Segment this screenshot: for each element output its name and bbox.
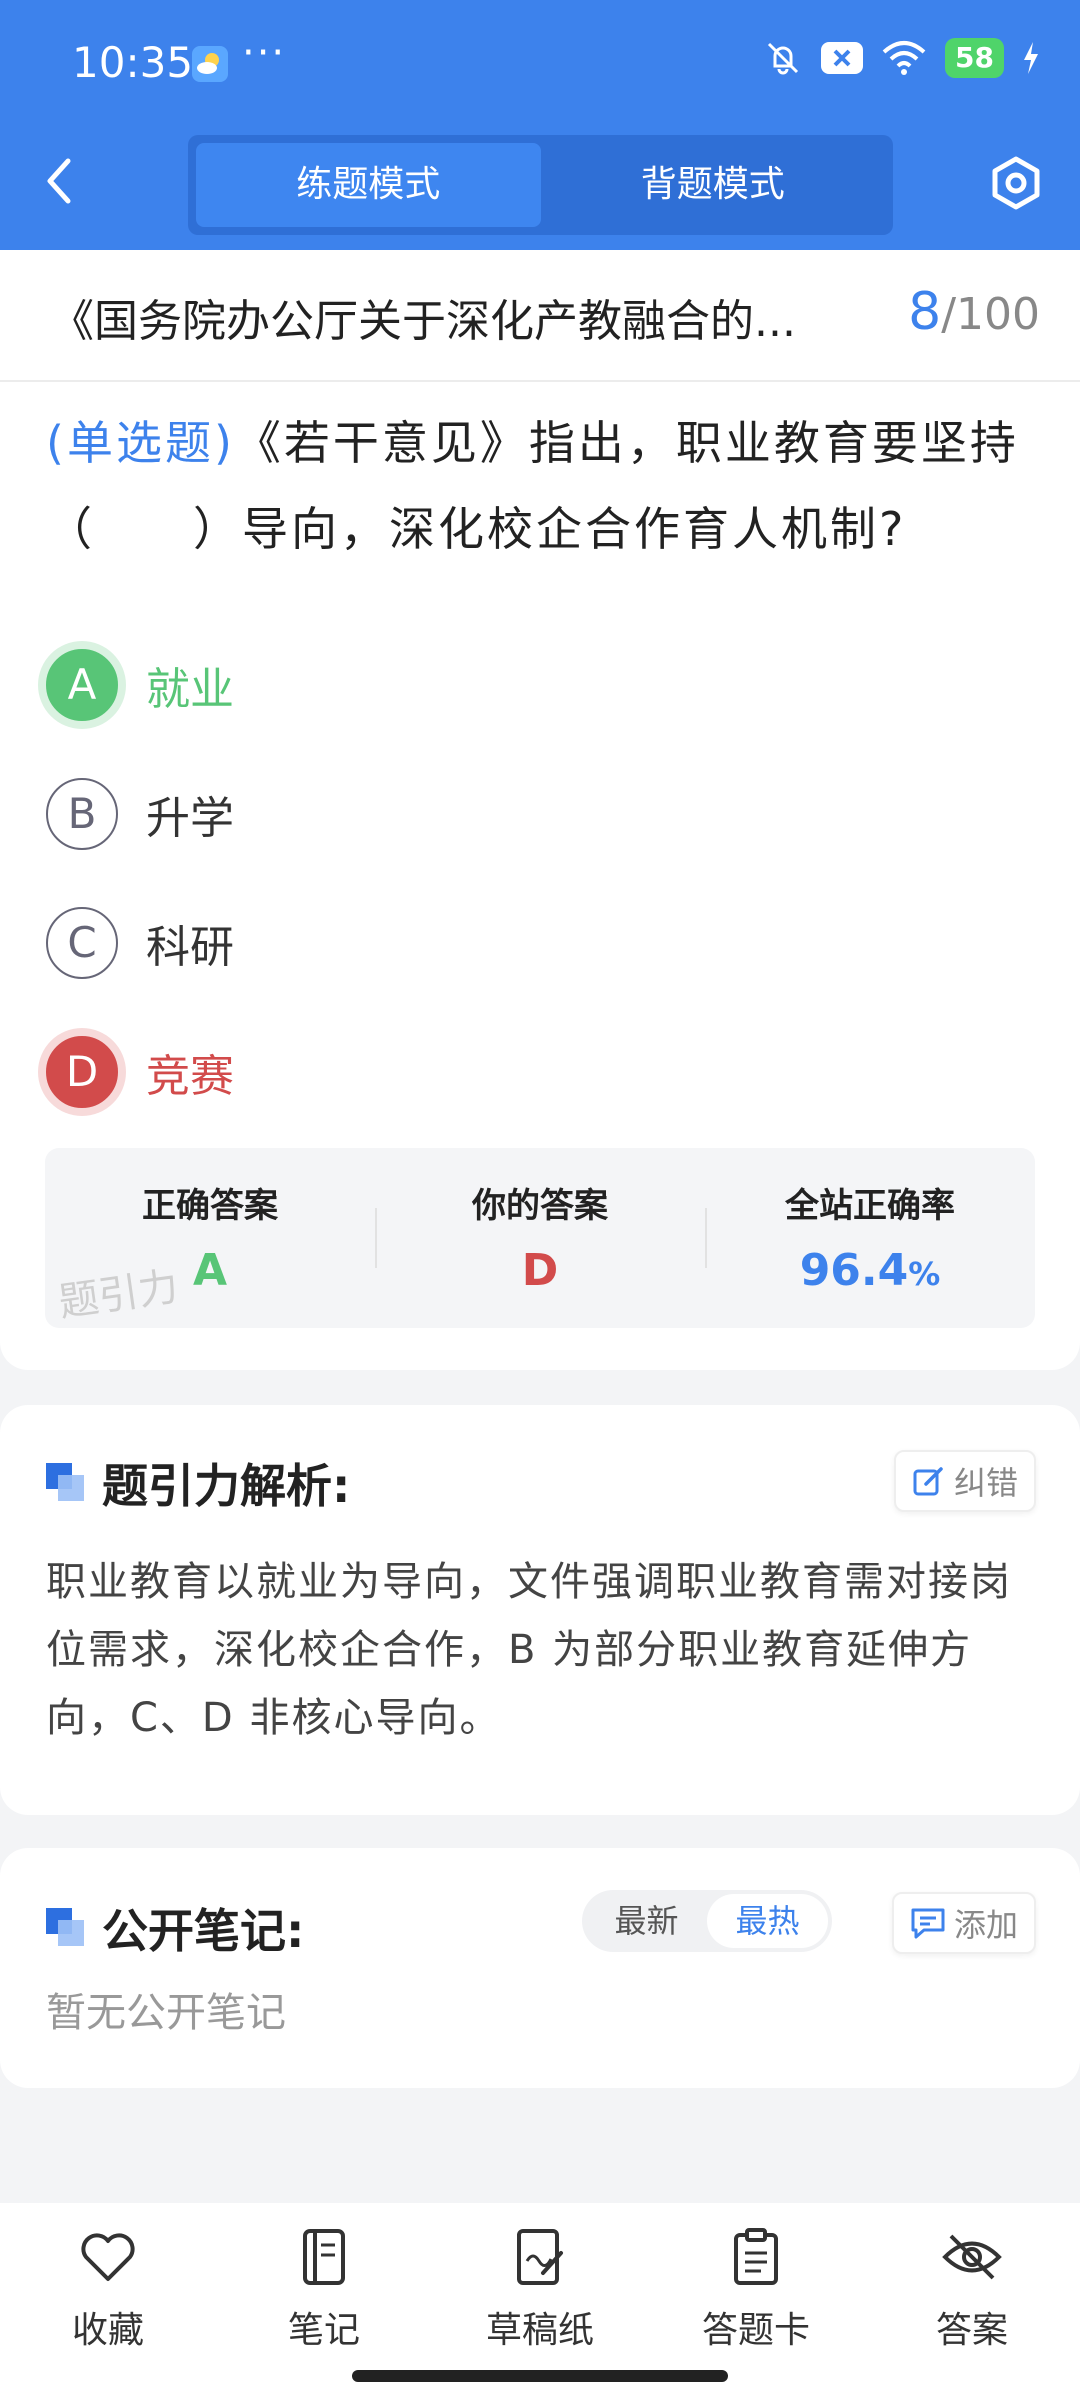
sort-latest[interactable]: 最新: [586, 1894, 707, 1948]
option-letter: A: [46, 648, 118, 721]
add-note-label: 添加: [953, 1906, 1018, 1944]
option-a[interactable]: A 就业: [40, 620, 1040, 749]
rate-unit: %: [908, 1255, 941, 1293]
add-note-button[interactable]: 添加: [891, 1892, 1036, 1954]
tab-favorite[interactable]: 收藏: [0, 2203, 216, 2400]
section-square-icon: [46, 1908, 86, 1948]
draft-paper-icon: [517, 2229, 563, 2285]
question-type-label: (单选题): [46, 416, 235, 470]
option-c[interactable]: C 科研: [40, 878, 1040, 1007]
stat-your-answer: 你的答案 D: [375, 1148, 705, 1328]
rate-number: 96.4: [799, 1245, 909, 1296]
stat-label: 你的答案: [472, 1186, 608, 1226]
notes-title-text: 公开笔记:: [102, 1904, 305, 1958]
answer-stats: 正确答案 A 你的答案 D 全站正确率 96.4%: [45, 1148, 1035, 1328]
tab-label: 答题卡: [701, 2310, 810, 2351]
tab-answer[interactable]: 答案: [864, 2203, 1080, 2400]
stat-value: D: [521, 1245, 559, 1296]
sort-hottest[interactable]: 最热: [707, 1894, 828, 1948]
wifi-icon: [882, 41, 926, 75]
empty-notes-text: 暂无公开笔记: [46, 1990, 286, 2036]
notebook-icon: [303, 2229, 345, 2285]
top-bar: 10:35 ··· 58 练题模式 背题模式: [0, 0, 1080, 250]
divider: [0, 380, 1080, 382]
status-time: 10:35: [72, 38, 194, 87]
option-b[interactable]: B 升学: [40, 749, 1040, 878]
report-error-label: 纠错: [953, 1464, 1018, 1502]
option-text: 竞赛: [146, 1050, 234, 1102]
option-text: 升学: [146, 792, 234, 844]
home-indicator[interactable]: [352, 2370, 728, 2382]
stat-accuracy-rate: 全站正确率 96.4%: [705, 1148, 1035, 1328]
back-arrow-icon[interactable]: [40, 155, 80, 207]
option-text: 就业: [146, 663, 234, 715]
option-letter: C: [46, 906, 118, 979]
tab-label: 答案: [935, 2310, 1008, 2351]
document-title: 《国务院办公厅关于深化产教融合的...: [50, 296, 796, 347]
charging-icon: [1024, 42, 1038, 74]
battery-level: 58: [945, 38, 1004, 78]
option-letter: B: [46, 777, 118, 850]
status-more-dots: ···: [242, 30, 287, 76]
stat-label: 正确答案: [142, 1186, 278, 1226]
question-counter[interactable]: 8/100: [908, 282, 1040, 342]
mode-switch: 练题模式 背题模式: [188, 135, 893, 235]
options-list: A 就业 B 升学 C 科研 D 竞赛: [40, 620, 1040, 1136]
total-questions: /100: [941, 289, 1040, 340]
option-text: 科研: [146, 921, 234, 973]
analysis-title: 题引力解析:: [46, 1450, 350, 1516]
eye-off-icon: [942, 2234, 1002, 2280]
x-box-icon: [821, 42, 864, 74]
tab-label: 草稿纸: [485, 2310, 594, 2351]
comment-icon: [911, 1908, 945, 1939]
report-error-button[interactable]: 纠错: [893, 1450, 1036, 1512]
analysis-title-text: 题引力解析:: [102, 1459, 351, 1513]
tab-label: 收藏: [71, 2310, 144, 2351]
tab-memorize-mode[interactable]: 背题模式: [541, 143, 886, 227]
notes-card: [0, 1848, 1080, 2088]
tab-label: 笔记: [287, 2310, 360, 2351]
stat-value: 96.4%: [705, 1245, 1035, 1296]
option-d[interactable]: D 竞赛: [40, 1007, 1040, 1136]
bell-muted-icon: [767, 42, 799, 75]
question-text: (单选题)《若干意见》指出，职业教育要坚持（ ）导向，深化校企合作育人机制?: [46, 400, 1046, 572]
tab-practice-mode[interactable]: 练题模式: [196, 143, 541, 227]
weather-icon: [192, 46, 228, 82]
answer-card-icon: [734, 2228, 778, 2285]
analysis-text: 职业教育以就业为导向，文件强调职业教育需对接岗位需求，深化校企合作，B 为部分职…: [46, 1559, 1012, 1741]
notes-title: 公开笔记:: [46, 1895, 304, 1961]
settings-hex-icon[interactable]: [988, 155, 1044, 211]
stat-label: 全站正确率: [785, 1186, 955, 1226]
current-question-number: 8: [908, 282, 942, 342]
option-letter: D: [46, 1035, 118, 1108]
heart-icon: [81, 2233, 135, 2281]
status-icons: 58: [763, 38, 1040, 78]
notes-sort-switch: 最新 最热: [582, 1890, 832, 1952]
edit-icon: [913, 1467, 943, 1496]
section-square-icon: [46, 1463, 86, 1503]
